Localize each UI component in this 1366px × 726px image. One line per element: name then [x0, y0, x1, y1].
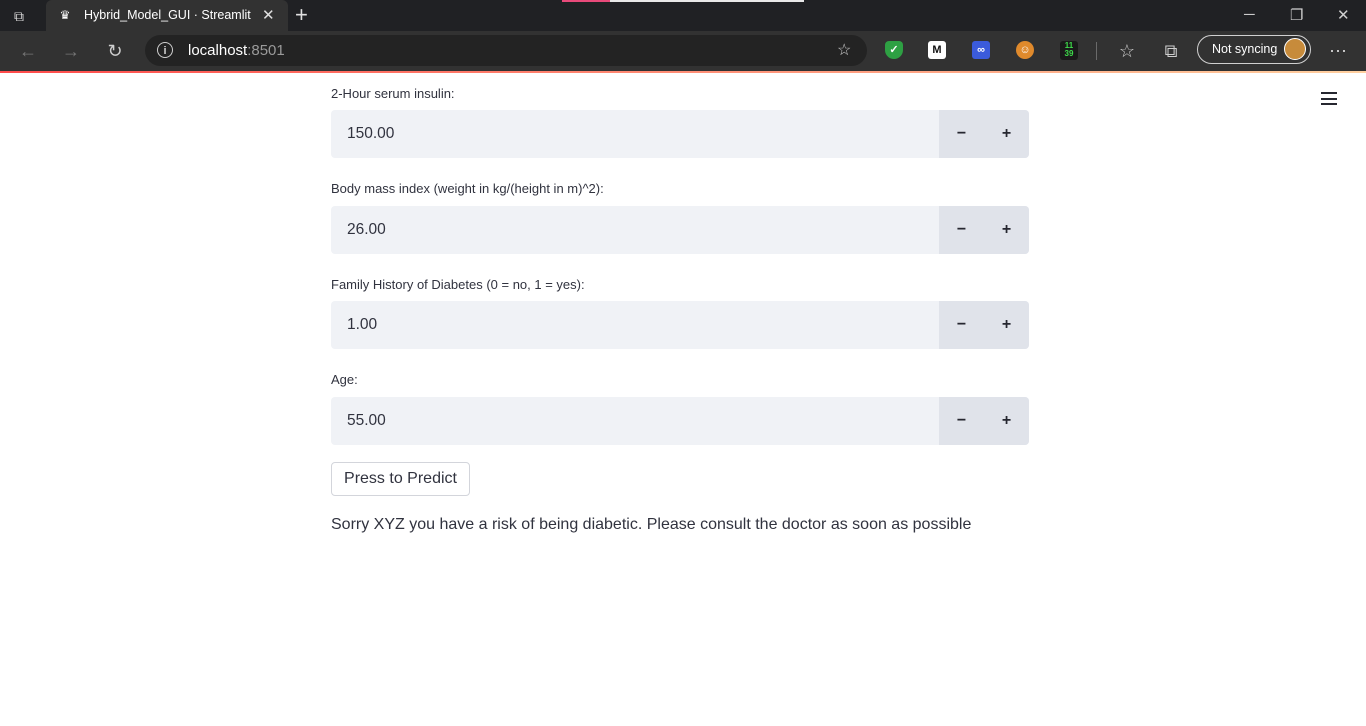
browser-tab-bar: ⧉ ♛ Hybrid_Model_GUI · Streamlit ✕ + ─ ❐… — [0, 0, 1366, 31]
family-history-label: Family History of Diabetes (0 = no, 1 = … — [331, 277, 585, 292]
family-history-value[interactable]: 1.00 — [347, 316, 377, 334]
collections-icon[interactable]: ⧉ — [1160, 40, 1182, 62]
sync-label: Not syncing — [1212, 42, 1278, 56]
url-host: localhost — [188, 42, 248, 59]
add-favorite-icon[interactable]: ☆ — [837, 40, 851, 60]
family-history-number-input[interactable]: 1.00 − + — [331, 301, 1029, 349]
favorites-icon[interactable]: ☆ — [1116, 40, 1138, 62]
insulin-label: 2-Hour serum insulin: — [331, 86, 455, 101]
age-value[interactable]: 55.00 — [347, 412, 386, 430]
bmi-value[interactable]: 26.00 — [347, 221, 386, 239]
restore-icon[interactable]: ❐ — [1290, 6, 1303, 24]
family-history-increment-button[interactable]: + — [984, 301, 1029, 349]
forward-icon[interactable]: → — [60, 40, 82, 62]
minimize-icon[interactable]: ─ — [1244, 6, 1255, 23]
close-tab-icon[interactable]: ✕ — [262, 6, 275, 24]
loading-indicator-track — [610, 0, 804, 2]
bmi-label: Body mass index (weight in kg/(height in… — [331, 181, 604, 196]
bmi-number-input[interactable]: 26.00 − + — [331, 206, 1029, 254]
toolbar-divider — [1096, 42, 1097, 60]
family-history-decrement-button[interactable]: − — [939, 301, 984, 349]
browser-toolbar: ← → ↻ i localhost:8501 ☆ ✓ M ∞ ☺ 11 39 ☆… — [0, 31, 1366, 71]
url-text[interactable]: localhost:8501 — [188, 42, 285, 59]
age-label: Age: — [331, 372, 358, 387]
prediction-result-text: Sorry XYZ you have a risk of being diabe… — [331, 516, 972, 533]
tab-title: Hybrid_Model_GUI · Streamlit — [84, 8, 251, 22]
insulin-number-input[interactable]: 150.00 − + — [331, 110, 1029, 158]
new-tab-icon[interactable]: + — [295, 3, 308, 27]
back-icon[interactable]: ← — [17, 40, 39, 62]
main-menu-icon[interactable] — [1321, 92, 1339, 108]
streamlit-header-decoration — [0, 71, 1366, 73]
browser-tab[interactable]: ♛ Hybrid_Model_GUI · Streamlit ✕ — [46, 0, 288, 31]
tab-actions-icon[interactable]: ⧉ — [10, 7, 28, 25]
insulin-decrement-button[interactable]: − — [939, 110, 984, 158]
refresh-icon[interactable]: ↻ — [104, 40, 126, 62]
age-decrement-button[interactable]: − — [939, 397, 984, 445]
link-extension-icon[interactable]: ∞ — [972, 41, 990, 59]
age-number-input[interactable]: 55.00 − + — [331, 397, 1029, 445]
url-port: :8501 — [247, 42, 285, 59]
predict-button[interactable]: Press to Predict — [331, 462, 470, 496]
address-bar[interactable]: i localhost:8501 ☆ — [145, 35, 867, 66]
loading-indicator — [562, 0, 610, 2]
face-extension-icon[interactable]: ☺ — [1016, 41, 1034, 59]
streamlit-crown-icon: ♛ — [59, 8, 71, 22]
info-icon[interactable]: i — [157, 42, 173, 58]
profile-sync-button[interactable]: Not syncing — [1197, 35, 1311, 64]
m-extension-icon[interactable]: M — [928, 41, 946, 59]
counter-extension-icon[interactable]: 11 39 — [1060, 41, 1078, 60]
shield-extension-icon[interactable]: ✓ — [885, 41, 903, 59]
bmi-decrement-button[interactable]: − — [939, 206, 984, 254]
close-window-icon[interactable]: ✕ — [1337, 6, 1350, 24]
insulin-value[interactable]: 150.00 — [347, 125, 394, 143]
more-options-icon[interactable]: ⋯ — [1327, 40, 1349, 62]
age-increment-button[interactable]: + — [984, 397, 1029, 445]
avatar — [1284, 38, 1306, 60]
bmi-increment-button[interactable]: + — [984, 206, 1029, 254]
insulin-increment-button[interactable]: + — [984, 110, 1029, 158]
